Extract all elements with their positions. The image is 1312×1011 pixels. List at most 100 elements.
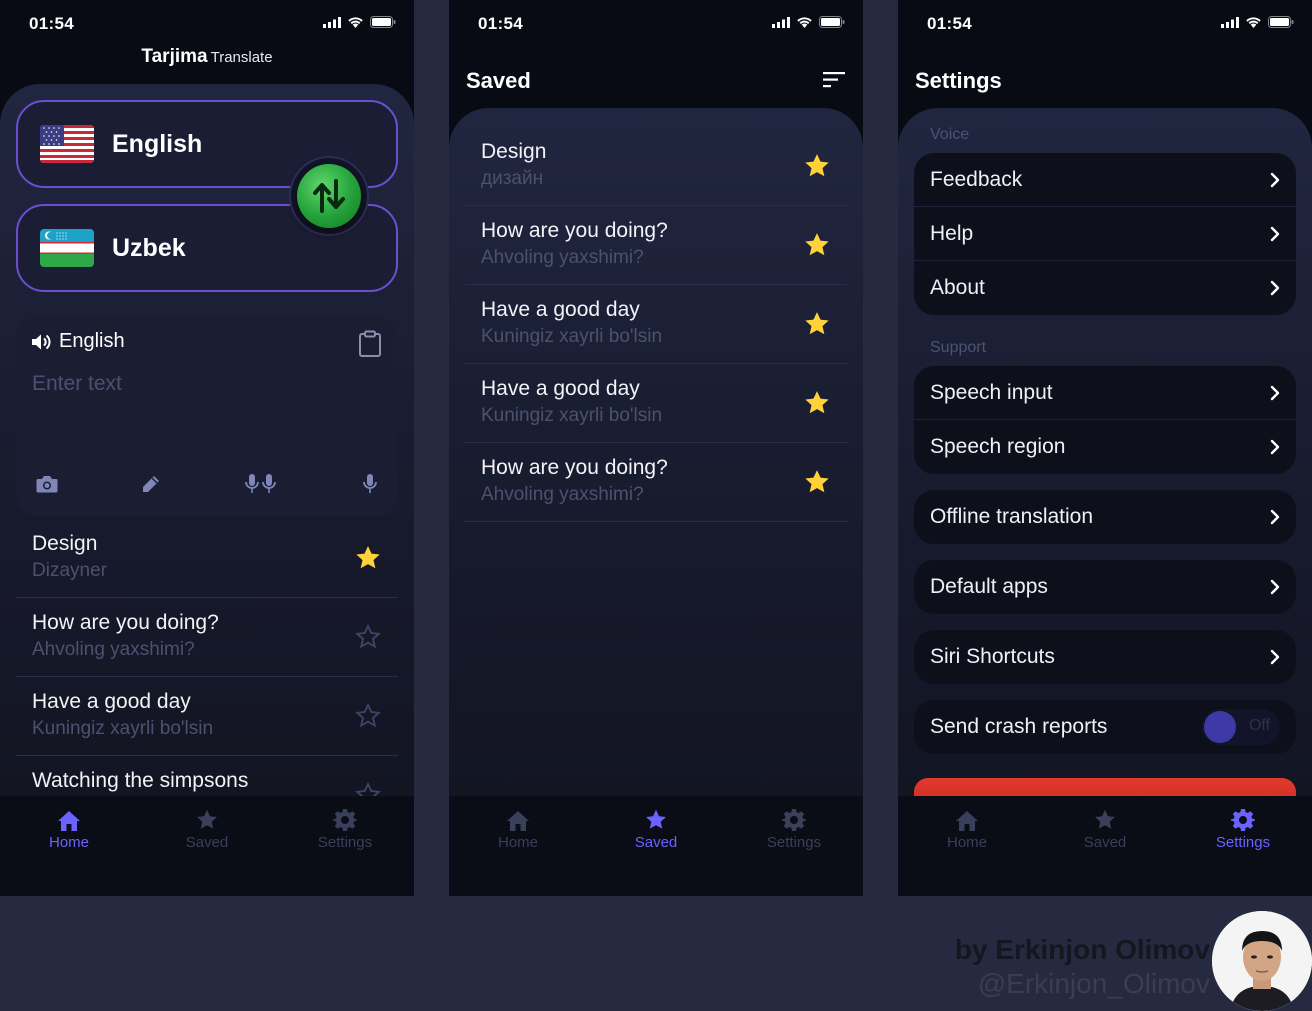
wifi-icon xyxy=(348,17,363,28)
star-icon[interactable] xyxy=(803,389,831,422)
tab-home[interactable]: Home xyxy=(907,806,1027,851)
settings-item-default-apps[interactable]: Default apps xyxy=(914,560,1296,614)
author-name: by Erkinjon Olimov xyxy=(954,934,1210,965)
history-text: Design xyxy=(32,532,98,555)
history-item[interactable]: Design Dizayner xyxy=(16,520,398,598)
crash-reports-group: Send crash reports Off xyxy=(914,700,1296,754)
saved-text: Design xyxy=(481,140,547,163)
history-item[interactable]: Have a good day Kuningiz xayrli bo'lsin xyxy=(16,678,398,756)
settings-item-speech-input[interactable]: Speech input xyxy=(914,366,1296,420)
app-subtitle: Translate xyxy=(210,49,273,66)
history-item[interactable]: How are you doing? Ahvoling yaxshimi? xyxy=(16,599,398,677)
wifi-icon xyxy=(797,17,812,28)
tab-settings[interactable]: Settings xyxy=(285,806,405,851)
conversation-mic-icon[interactable] xyxy=(244,473,279,500)
tab-home[interactable]: Home xyxy=(9,806,129,851)
tab-saved[interactable]: Saved xyxy=(147,806,267,851)
battery-icon xyxy=(1268,16,1294,28)
saved-translation: дизайн xyxy=(481,168,544,189)
tab-saved[interactable]: Saved xyxy=(596,806,716,851)
section-label-support: Support xyxy=(930,339,987,356)
mic-icon[interactable] xyxy=(362,473,378,500)
app-title: Tarjima Translate xyxy=(0,46,414,68)
chevron-right-icon xyxy=(1270,439,1280,455)
history-translation: Dizayner xyxy=(32,560,107,581)
settings-item-label: Offline translation xyxy=(930,505,1094,528)
chevron-right-icon xyxy=(1270,226,1280,241)
saved-item[interactable]: Have a good day Kuningiz xayrli bo'lsin xyxy=(465,365,847,443)
input-language-label[interactable]: English xyxy=(31,330,125,353)
tab-saved[interactable]: Saved xyxy=(1045,806,1165,851)
star-icon[interactable] xyxy=(803,152,831,185)
tab-home[interactable]: Home xyxy=(458,806,578,851)
text-input-card[interactable]: English Enter text xyxy=(16,316,398,516)
voice-settings-group: Feedback Help About xyxy=(914,153,1296,315)
saved-item[interactable]: Design дизайн xyxy=(465,128,847,206)
tab-settings[interactable]: Settings xyxy=(1183,806,1303,851)
history-translation: Ahvoling yaxshimi? xyxy=(32,639,195,660)
siri-shortcuts-group: Siri Shortcuts xyxy=(914,630,1296,684)
chevron-right-icon xyxy=(1270,509,1280,525)
app-title-text: Tarjima xyxy=(141,46,208,67)
settings-item-siri-shortcuts[interactable]: Siri Shortcuts xyxy=(914,630,1296,684)
clipboard-icon[interactable] xyxy=(358,330,382,363)
tab-saved-label: Saved xyxy=(1083,834,1127,851)
settings-item-about[interactable]: About xyxy=(914,261,1296,315)
page-title: Settings xyxy=(915,68,1002,93)
support-settings-group: Speech input Speech region xyxy=(914,366,1296,474)
star-outline-icon[interactable] xyxy=(354,702,382,735)
swap-button-ring xyxy=(291,158,367,234)
target-language-name: Uzbek xyxy=(112,233,186,262)
tab-bar: Home Saved Settings xyxy=(449,796,863,896)
star-icon xyxy=(646,809,666,829)
wifi-icon xyxy=(1246,17,1261,28)
history-translation: Kuningiz xayrli bo'lsin xyxy=(32,718,214,739)
saved-item[interactable]: How are you doing? Ahvoling yaxshimi? xyxy=(465,444,847,522)
tab-settings[interactable]: Settings xyxy=(734,806,854,851)
settings-item-feedback[interactable]: Feedback xyxy=(914,153,1296,207)
saved-text: Have a good day xyxy=(481,298,640,321)
tab-bar: Home Saved Settings xyxy=(0,796,414,896)
star-icon[interactable] xyxy=(803,310,831,343)
camera-icon[interactable] xyxy=(36,475,58,498)
pen-icon[interactable] xyxy=(141,474,161,499)
chevron-right-icon xyxy=(1270,280,1280,296)
offline-settings-group: Offline translation xyxy=(914,490,1296,544)
settings-item-label: About xyxy=(930,276,985,299)
signal-icon xyxy=(772,16,790,28)
saved-item[interactable]: How are you doing? Ahvoling yaxshimi? xyxy=(465,207,847,285)
crash-reports-toggle[interactable]: Off xyxy=(1202,709,1280,745)
tab-home-label: Home xyxy=(48,834,89,851)
tab-settings-label: Settings xyxy=(766,834,822,851)
star-outline-icon[interactable] xyxy=(354,623,382,656)
swap-languages-button[interactable] xyxy=(297,164,361,228)
input-tools xyxy=(36,473,378,500)
settings-item-speech-region[interactable]: Speech region xyxy=(914,420,1296,474)
uz-flag-icon xyxy=(40,229,94,267)
settings-gear-icon xyxy=(782,809,806,831)
settings-item-offline-translation[interactable]: Offline translation xyxy=(914,490,1296,544)
saved-translation: Ahvoling yaxshimi? xyxy=(481,484,644,505)
tab-saved-label: Saved xyxy=(634,834,678,851)
saved-item[interactable]: Have a good day Kuningiz xayrli bo'lsin xyxy=(465,286,847,364)
saved-translation: Kuningiz xayrli bo'lsin xyxy=(481,326,663,347)
saved-translation: Ahvoling yaxshimi? xyxy=(481,247,644,268)
sort-icon[interactable] xyxy=(823,72,845,93)
text-input-placeholder[interactable]: Enter text xyxy=(32,372,122,396)
tab-saved-label: Saved xyxy=(185,834,229,851)
star-icon[interactable] xyxy=(803,468,831,501)
signal-icon xyxy=(1221,16,1239,28)
tab-home-label: Home xyxy=(946,834,987,851)
source-language-name: English xyxy=(112,129,203,158)
star-icon[interactable] xyxy=(803,231,831,264)
status-bar: 01:54 xyxy=(449,0,863,48)
star-icon[interactable] xyxy=(354,544,382,577)
signal-icon xyxy=(323,16,341,28)
home-icon xyxy=(507,811,529,831)
tab-settings-label: Settings xyxy=(1215,834,1271,851)
tab-home-label: Home xyxy=(497,834,538,851)
avatar xyxy=(1212,911,1312,1011)
settings-item-help[interactable]: Help xyxy=(914,207,1296,261)
chevron-right-icon xyxy=(1270,579,1280,595)
status-bar: 01:54 xyxy=(898,0,1312,48)
